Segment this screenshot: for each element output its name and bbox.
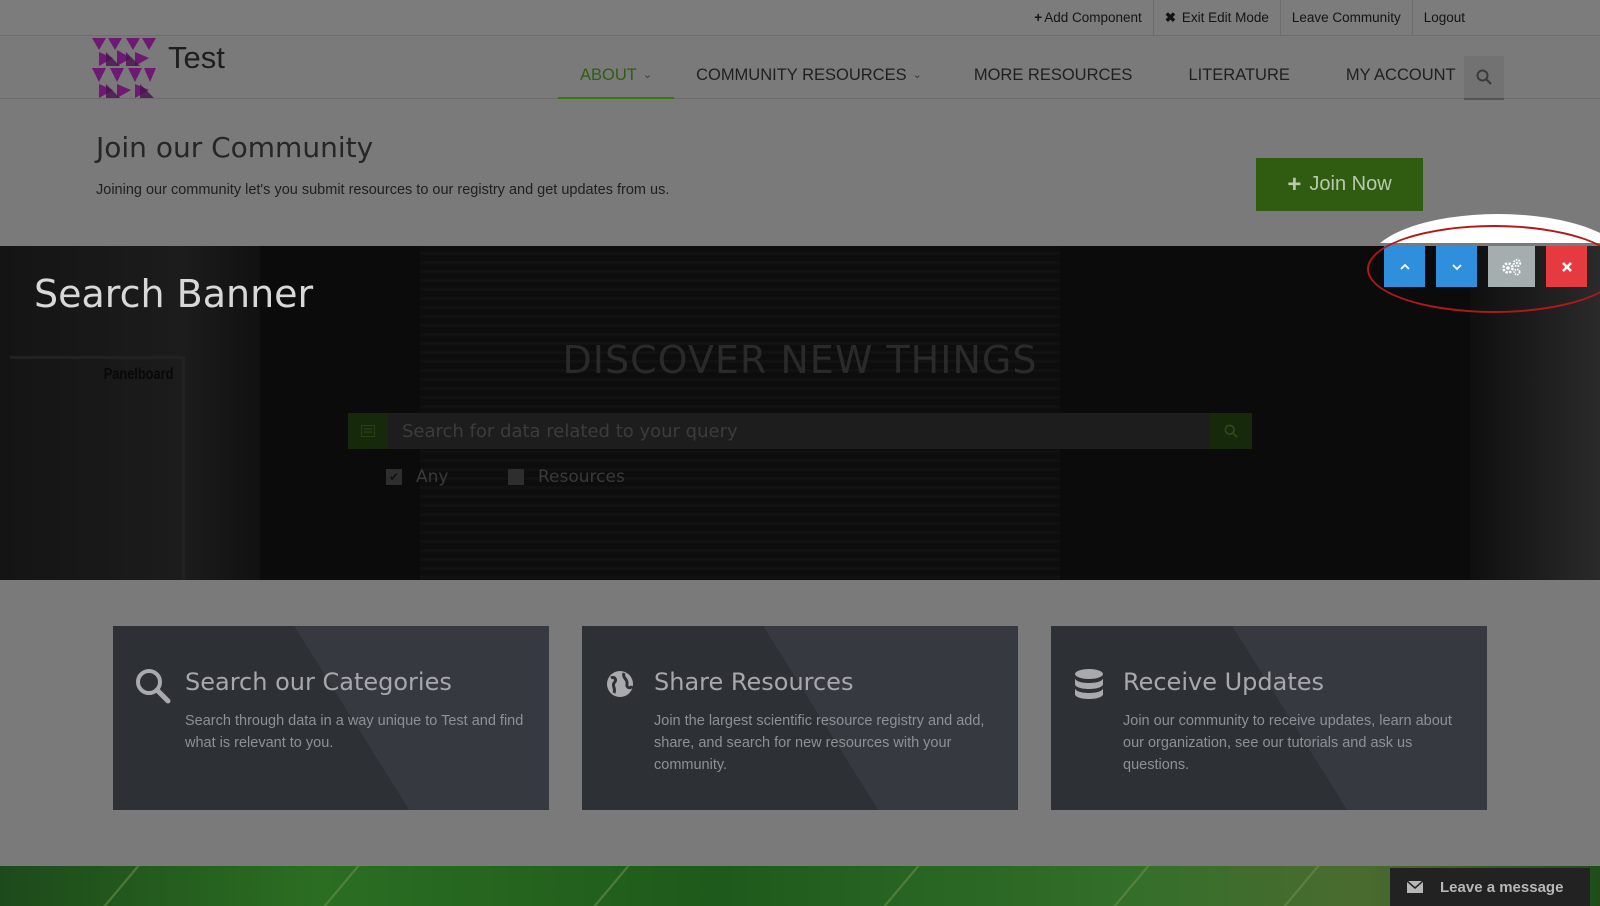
vein bbox=[593, 866, 630, 906]
nav-item-more-resources[interactable]: MORE RESOURCES bbox=[944, 36, 1167, 99]
utility-links: + Add Component ✖ Exit Edit Mode Leave Co… bbox=[1023, 0, 1476, 36]
feature-text: Join the largest scientific resource reg… bbox=[654, 713, 985, 773]
database-icon bbox=[1075, 669, 1103, 699]
feature-title: Search our Categories bbox=[185, 668, 452, 696]
add-component-label: Add Component bbox=[1044, 10, 1142, 25]
feature-card: Receive Updates Join our community to re… bbox=[1051, 626, 1487, 810]
site-name[interactable]: Test bbox=[168, 40, 225, 76]
search-icon bbox=[1476, 69, 1492, 85]
join-now-button[interactable]: + Join Now bbox=[1256, 158, 1423, 211]
leave-message-widget[interactable]: Leave a message bbox=[1390, 868, 1590, 906]
main-header: Test ABOUT ⌄ COMMUNITY RESOURCES ⌄ MORE RE… bbox=[0, 36, 1600, 100]
nav-item-community-resources[interactable]: COMMUNITY RESOURCES ⌄ bbox=[674, 36, 944, 99]
vein bbox=[883, 866, 920, 906]
leave-community-link[interactable]: Leave Community bbox=[1279, 0, 1412, 36]
x-icon: ✖ bbox=[1164, 10, 1177, 25]
filter-label: Resources bbox=[538, 467, 625, 487]
leave-message-label: Leave a message bbox=[1440, 878, 1564, 896]
nav-label: ABOUT bbox=[580, 66, 637, 84]
join-description: Joining our community let's you submit r… bbox=[96, 182, 670, 198]
add-component-link[interactable]: + Add Component bbox=[1023, 0, 1152, 36]
footer-image-strip bbox=[0, 866, 1600, 906]
filter-any-checkbox[interactable]: ✔ Any bbox=[386, 467, 448, 487]
feature-text: Join our community to receive updates, l… bbox=[1123, 713, 1452, 773]
plus-icon: + bbox=[1034, 10, 1043, 25]
exit-edit-mode-link[interactable]: ✖ Exit Edit Mode bbox=[1152, 0, 1280, 36]
filter-resources-checkbox[interactable]: Resources bbox=[508, 467, 625, 487]
site-logo[interactable] bbox=[90, 36, 158, 100]
vein bbox=[323, 866, 360, 906]
nav-label: LITERATURE bbox=[1188, 66, 1290, 84]
feature-card: Share Resources Join the largest scienti… bbox=[582, 626, 1018, 810]
feature-text: Search through data in a way unique to T… bbox=[185, 713, 524, 751]
nav-item-about[interactable]: ABOUT ⌄ bbox=[558, 36, 675, 99]
banner-headline: DISCOVER NEW THINGS bbox=[562, 338, 1038, 382]
nav-label: MORE RESOURCES bbox=[973, 66, 1133, 84]
checkmark-icon: ✔ bbox=[386, 469, 402, 485]
banner-search bbox=[348, 413, 1252, 449]
join-community-section: Join our Community Joining our community… bbox=[0, 100, 1600, 246]
nav-label: COMMUNITY RESOURCES bbox=[696, 66, 907, 84]
utility-bar: + Add Component ✖ Exit Edit Mode Leave Co… bbox=[0, 0, 1600, 36]
search-type-button[interactable] bbox=[348, 413, 388, 449]
logout-link[interactable]: Logout bbox=[1411, 0, 1476, 36]
plus-icon: + bbox=[1287, 170, 1302, 198]
exit-edit-mode-label: Exit Edit Mode bbox=[1181, 10, 1269, 25]
search-icon bbox=[1224, 424, 1238, 438]
search-banner: Panelboard Search Banner DISCOVER NEW TH… bbox=[0, 246, 1600, 580]
join-title: Join our Community bbox=[96, 131, 374, 164]
banner-search-input[interactable] bbox=[388, 413, 1210, 449]
nav-search-button[interactable] bbox=[1464, 56, 1504, 100]
main-nav: ABOUT ⌄ COMMUNITY RESOURCES ⌄ MORE RESOURC… bbox=[558, 36, 1493, 99]
banner-search-button[interactable] bbox=[1210, 413, 1252, 449]
envelope-icon bbox=[1390, 881, 1440, 893]
feature-title: Share Resources bbox=[654, 668, 854, 696]
features-section: Search our Categories Search through dat… bbox=[0, 580, 1600, 866]
nav-item-literature[interactable]: LITERATURE bbox=[1166, 36, 1323, 99]
checkbox-empty bbox=[508, 469, 524, 485]
feature-card: Search our Categories Search through dat… bbox=[113, 626, 549, 810]
vein bbox=[103, 866, 140, 906]
search-icon bbox=[136, 669, 171, 704]
filter-label: Any bbox=[416, 467, 449, 487]
list-icon bbox=[361, 425, 375, 437]
component-title: Search Banner bbox=[34, 272, 314, 316]
globe-icon bbox=[607, 671, 634, 697]
vein bbox=[1113, 866, 1150, 906]
feature-title: Receive Updates bbox=[1123, 668, 1325, 696]
nav-label: MY ACCOUNT bbox=[1345, 66, 1456, 84]
join-now-label: Join Now bbox=[1309, 173, 1392, 195]
vein bbox=[1283, 866, 1320, 906]
banner-bg-panel bbox=[10, 356, 185, 580]
